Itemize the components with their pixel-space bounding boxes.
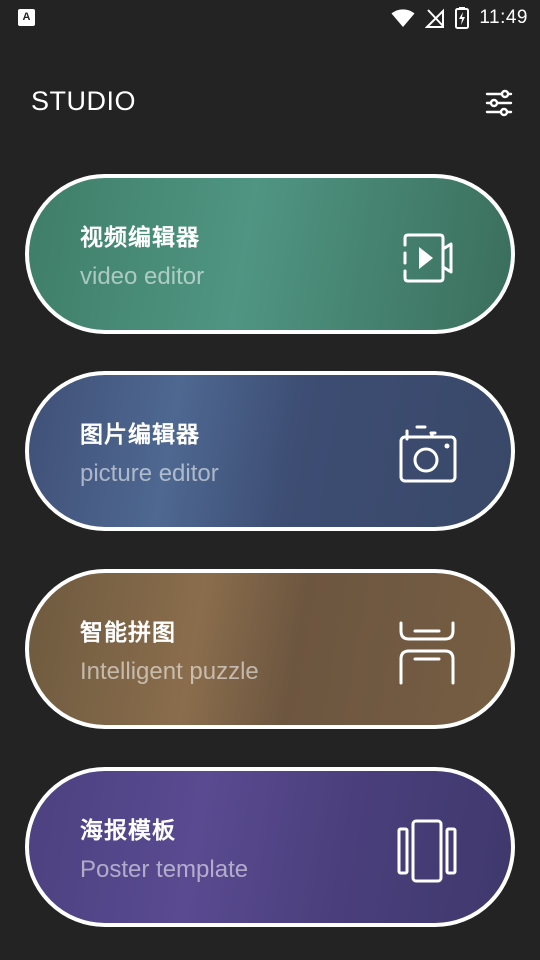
poster-template-card[interactable]: 海报模板 Poster template bbox=[25, 767, 515, 927]
clock: 11:49 bbox=[479, 7, 528, 28]
picture-editor-card[interactable]: 图片编辑器 picture editor bbox=[25, 371, 515, 531]
card-title: 智能拼图 bbox=[80, 620, 176, 646]
card-title: 视频编辑器 bbox=[80, 225, 200, 251]
video-editor-card[interactable]: 视频编辑器 video editor bbox=[25, 174, 515, 334]
card-subtitle: picture editor bbox=[80, 460, 219, 487]
status-bar: A 11:49 bbox=[0, 0, 540, 36]
wifi-icon bbox=[391, 9, 415, 27]
notification-app-icon-letter: A bbox=[22, 11, 31, 23]
app-header: STUDIO bbox=[0, 80, 540, 126]
card-title: 图片编辑器 bbox=[80, 422, 200, 448]
poster-carousel-icon bbox=[397, 819, 457, 883]
status-icons: 11:49 bbox=[391, 6, 528, 30]
card-subtitle: Poster template bbox=[80, 856, 249, 883]
card-subtitle: video editor bbox=[80, 263, 205, 290]
photo-camera-icon bbox=[399, 425, 457, 483]
intelligent-puzzle-card[interactable]: 智能拼图 Intelligent puzzle bbox=[25, 569, 515, 729]
battery-charging-icon bbox=[455, 7, 470, 29]
collage-icon bbox=[399, 621, 455, 685]
no-signal-icon bbox=[425, 8, 445, 28]
card-title: 海报模板 bbox=[80, 818, 176, 844]
page-title: STUDIO bbox=[31, 86, 137, 116]
video-camera-icon bbox=[403, 233, 453, 283]
card-subtitle: Intelligent puzzle bbox=[80, 658, 259, 685]
sliders-icon[interactable] bbox=[484, 88, 514, 118]
notification-app-icon: A bbox=[18, 9, 35, 26]
